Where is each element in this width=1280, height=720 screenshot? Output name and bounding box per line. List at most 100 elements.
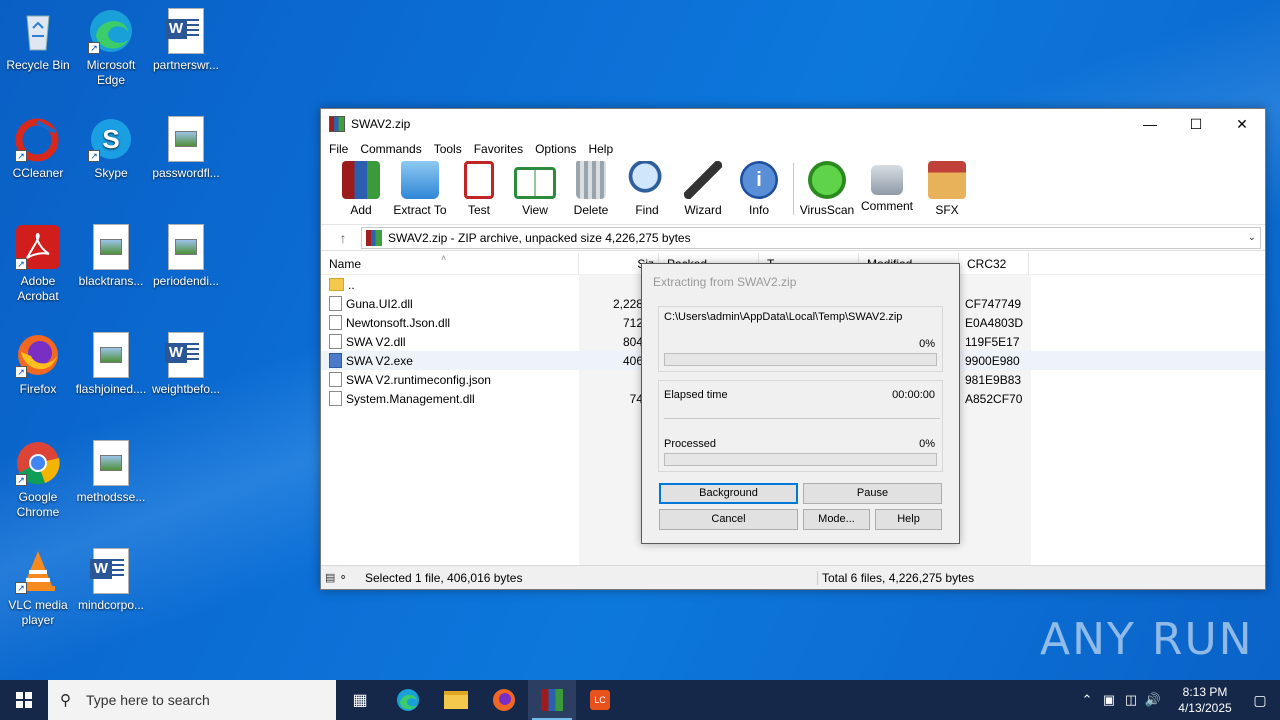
desktop-icon-periodendi[interactable]: periodendi... — [148, 224, 224, 289]
desktop-icon-partnerswr[interactable]: W partnerswr... — [148, 8, 224, 73]
file-name: SWA V2.dll — [346, 334, 406, 349]
desktop-icon-label: partnerswr... — [152, 58, 220, 72]
toolbar-extract-button[interactable]: Extract To — [389, 161, 451, 217]
pause-button[interactable]: Pause — [803, 483, 942, 504]
desktop-icon-chrome[interactable]: ↗ Google Chrome — [0, 440, 76, 520]
processed-percent: 0% — [919, 438, 935, 450]
desktop-icon-label: Firefox — [19, 382, 57, 396]
virus-scan-icon — [808, 161, 846, 199]
menu-help[interactable]: Help — [582, 142, 619, 156]
desktop-icon-label: blacktrans... — [78, 274, 144, 288]
toolbar-info-button[interactable]: i Info — [731, 161, 787, 217]
elapsed-value: 00:00:00 — [892, 389, 935, 401]
desktop-icon-label: CCleaner — [12, 166, 64, 180]
task-view-button[interactable]: ▦ — [336, 680, 384, 720]
taskbar-firefox-button[interactable] — [480, 680, 528, 720]
skype-icon: S ↗ — [88, 116, 134, 162]
file-name: SWA V2.exe — [346, 353, 413, 368]
wand-icon — [684, 161, 722, 199]
mode-button[interactable]: Mode... — [803, 509, 870, 530]
toolbar-virusscan-button[interactable]: VirusScan — [799, 161, 855, 217]
toolbar-label: Extract To — [393, 203, 447, 217]
chevron-down-icon[interactable]: ⌄ — [1248, 232, 1256, 243]
desktop-icon-label: Google Chrome — [16, 490, 60, 519]
toolbar-sfx-button[interactable]: SFX — [919, 161, 975, 217]
desktop-icon-vlc[interactable]: ↗ VLC media player — [0, 548, 76, 628]
toolbar-label: Find — [635, 203, 659, 217]
desktop-icon-acrobat[interactable]: ↗ Adobe Acrobat — [0, 224, 76, 304]
drive-key-icon[interactable]: ▤ ⚬ — [321, 571, 365, 584]
word-doc-icon: W — [163, 8, 209, 54]
windows-logo-icon — [16, 692, 32, 708]
image-file-icon — [88, 440, 134, 486]
desktop-icon-label: weightbefo... — [151, 382, 221, 396]
desktop-icon-ccleaner[interactable]: ↗ CCleaner — [0, 116, 76, 181]
toolbar-add-button[interactable]: Add — [333, 161, 389, 217]
up-arrow-icon[interactable]: ↑ — [325, 230, 361, 246]
orange-app-icon: LC — [590, 690, 610, 710]
menu-file[interactable]: File — [323, 142, 354, 156]
close-button[interactable]: ✕ — [1219, 109, 1265, 139]
desktop-icon-firefox[interactable]: ↗ Firefox — [0, 332, 76, 397]
desktop-icon-label: passwordfl... — [152, 166, 220, 180]
word-doc-icon: W — [163, 332, 209, 378]
background-button[interactable]: Background — [659, 483, 798, 504]
desktop-icon-methodsse[interactable]: methodsse... — [73, 440, 149, 505]
cancel-button[interactable]: Cancel — [659, 509, 798, 530]
desktop-icon-label: VLC media player — [8, 598, 68, 627]
desktop-icon-mindcorpo[interactable]: W mindcorpo... — [73, 548, 149, 613]
status-total: Total 6 files, 4,226,275 bytes — [817, 570, 1265, 585]
add-archive-icon — [342, 161, 380, 199]
desktop-icon-skype[interactable]: S ↗ Skype — [73, 116, 149, 181]
chevron-up-icon[interactable]: ⌃ — [1076, 692, 1098, 708]
toolbar-view-button[interactable]: View — [507, 161, 563, 217]
taskbar-winrar-button[interactable] — [528, 680, 576, 720]
device-icon[interactable]: ▣ — [1098, 692, 1120, 708]
desktop-icon-edge[interactable]: ↗ Microsoft Edge — [73, 8, 149, 88]
menu-commands[interactable]: Commands — [354, 142, 427, 156]
desktop-icon-flashjoined[interactable]: flashjoined.... — [73, 332, 149, 397]
window-titlebar[interactable]: SWAV2.zip — ☐ ✕ — [321, 109, 1265, 139]
notification-icon[interactable]: ▢ — [1240, 692, 1280, 709]
address-combobox[interactable]: SWAV2.zip - ZIP archive, unpacked size 4… — [361, 226, 1261, 249]
desktop-icon-weightbefo[interactable]: W weightbefo... — [148, 332, 224, 397]
taskbar-explorer-button[interactable] — [432, 680, 480, 720]
maximize-button[interactable]: ☐ — [1173, 109, 1219, 139]
desktop-icon-label: methodsse... — [76, 490, 146, 504]
minimize-button[interactable]: — — [1127, 109, 1173, 139]
volume-icon[interactable]: 🔊 — [1142, 692, 1164, 708]
toolbar-wizard-button[interactable]: Wizard — [675, 161, 731, 217]
column-header-name[interactable]: Name ˄ — [321, 253, 579, 275]
taskbar-edge-button[interactable] — [384, 680, 432, 720]
toolbar-comment-button[interactable]: Comment — [855, 161, 919, 213]
folder-up-icon — [329, 278, 344, 291]
status-selected: Selected 1 file, 406,016 bytes — [365, 570, 523, 585]
ccleaner-icon: ↗ — [15, 116, 61, 162]
processed-label: Processed — [664, 438, 716, 450]
help-button[interactable]: Help — [875, 509, 942, 530]
clock[interactable]: 8:13 PM 4/13/2025 — [1170, 684, 1240, 716]
file-name: Newtonsoft.Json.dll — [346, 315, 451, 330]
start-button[interactable] — [0, 680, 48, 720]
toolbar-test-button[interactable]: Test — [451, 161, 507, 217]
toolbar-find-button[interactable]: Find — [619, 161, 675, 217]
toolbar-label: Wizard — [684, 203, 722, 217]
dialog-divider — [664, 418, 940, 419]
column-header-crc32[interactable]: CRC32 — [959, 253, 1029, 275]
menu-favorites[interactable]: Favorites — [468, 142, 529, 156]
menu-tools[interactable]: Tools — [428, 142, 468, 156]
menu-options[interactable]: Options — [529, 142, 582, 156]
network-icon[interactable]: ◫ — [1120, 692, 1142, 708]
taskbar-search-box[interactable]: ⚲ Type here to search — [48, 680, 336, 720]
desktop-icon-recycle-bin[interactable]: Recycle Bin — [0, 8, 76, 73]
desktop-icon-passwordfl[interactable]: passwordfl... — [148, 116, 224, 181]
desktop-icon-blacktrans[interactable]: blacktrans... — [73, 224, 149, 289]
toolbar-delete-button[interactable]: Delete — [563, 161, 619, 217]
trash-icon — [576, 161, 606, 199]
toolbar-label: SFX — [935, 203, 959, 217]
taskbar-app-button[interactable]: LC — [576, 680, 624, 720]
desktop-icon-label: Adobe Acrobat — [17, 274, 59, 303]
search-icon: ⚲ — [60, 692, 71, 709]
magnifier-icon — [628, 161, 666, 199]
edge-icon: ↗ — [88, 8, 134, 54]
